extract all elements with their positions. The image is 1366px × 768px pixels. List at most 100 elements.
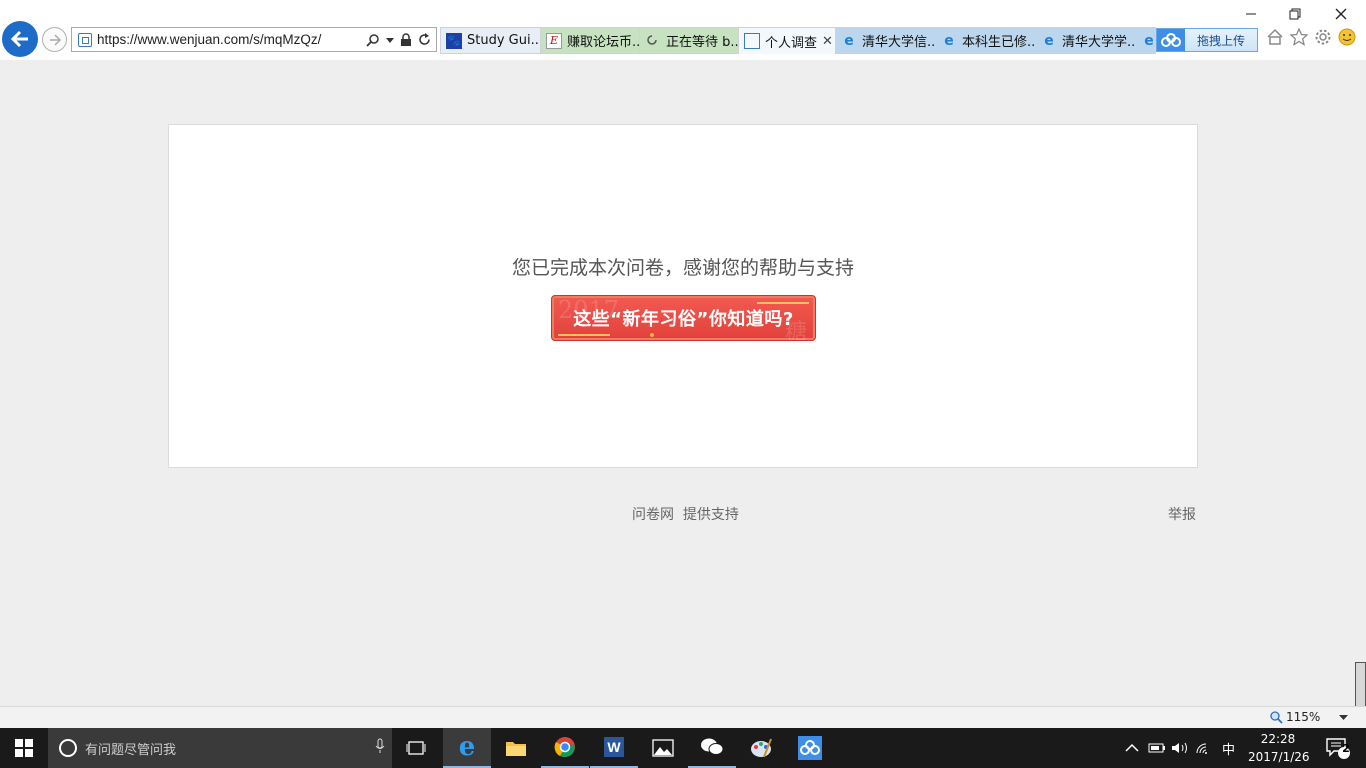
windows-logo-icon [15, 739, 33, 757]
tab-label: 正在等待 b... [666, 35, 739, 50]
star-icon[interactable] [1290, 28, 1308, 46]
arrow-right-icon [49, 33, 61, 46]
smiley-icon[interactable] [1338, 28, 1356, 46]
zoom-control[interactable]: 115% [1270, 710, 1349, 724]
completion-message: 您已完成本次问卷，感谢您的帮助与支持 [511, 257, 854, 279]
tab-label: 本科生已修... [962, 35, 1036, 50]
taskbar-baidu-cloud[interactable] [786, 728, 834, 768]
tab-label: 个人调查 [765, 35, 818, 51]
microphone-icon[interactable] [368, 738, 392, 758]
arrow-left-icon [10, 30, 28, 48]
close-window-button[interactable] [1318, 4, 1364, 24]
restore-button[interactable] [1272, 4, 1318, 24]
action-center-button[interactable]: 2 [1318, 728, 1358, 768]
tab-strip: 🐾 Study Gui... E 赚取论坛币... 正在等待 b... 个人调查… [440, 27, 1156, 54]
report-link[interactable]: 举报 [1168, 504, 1196, 524]
task-view-button[interactable] [392, 728, 440, 768]
home-icon[interactable] [1266, 28, 1284, 46]
ie-icon: e [1044, 32, 1054, 49]
refresh-icon[interactable] [418, 33, 431, 46]
status-bar: 115% [0, 706, 1366, 728]
browser-chrome: https://www.wenjuan.com/s/mqMzQz/ 🐾 Stud… [0, 0, 1366, 60]
gear-icon[interactable] [1314, 28, 1332, 46]
taskbar-photos[interactable] [639, 728, 687, 768]
tab-label: 赚取论坛币... [567, 35, 640, 50]
taskbar-word[interactable]: W [590, 728, 638, 768]
promo-frame-line [757, 302, 809, 304]
wifi-icon[interactable] [1194, 741, 1216, 755]
volume-icon[interactable] [1170, 741, 1192, 755]
photos-icon [652, 739, 674, 757]
taskbar-ie[interactable]: e [443, 728, 491, 768]
chevron-up-icon[interactable] [1122, 741, 1142, 755]
promo-label: 这些“新年习俗”你知道吗? [573, 309, 794, 330]
cloud-icon [1157, 29, 1185, 51]
tab-overflow[interactable]: e [1136, 27, 1156, 54]
tab-undergrad[interactable]: e 本科生已修... [936, 27, 1036, 54]
cortana-icon [59, 739, 77, 757]
ie-icon: e [1144, 32, 1154, 49]
url-domain: https://www.wenjuan.com [97, 32, 250, 47]
tab-tsinghua-study[interactable]: e 清华大学学... [1036, 27, 1136, 54]
battery-icon[interactable] [1146, 741, 1168, 755]
close-tab-icon[interactable]: ✕ [822, 34, 833, 49]
new-year-customs-button[interactable]: 2017 糖 这些“新年习俗”你知道吗? [551, 295, 816, 341]
clock-time: 22:28 [1260, 732, 1296, 746]
paint-palette-icon [751, 738, 772, 758]
address-bar[interactable]: https://www.wenjuan.com/s/mqMzQz/ [71, 27, 437, 52]
tab-survey[interactable]: 个人调查 ✕ [739, 27, 836, 54]
word-icon: W [604, 737, 624, 757]
task-view-icon [406, 741, 426, 755]
ime-indicator[interactable]: 中 [1222, 739, 1235, 758]
baidu-upload-button[interactable]: 拖拽上传 [1156, 28, 1258, 52]
minimize-icon [1246, 13, 1256, 15]
close-icon [1335, 8, 1347, 20]
site-icon [78, 32, 92, 47]
powered-by-text[interactable]: 问卷网 提供支持 [632, 504, 739, 524]
tab-forum[interactable]: E 赚取论坛币... [541, 27, 640, 54]
promo-dot [650, 333, 654, 337]
minimize-button[interactable] [1228, 4, 1274, 24]
chrome-icon [554, 737, 575, 758]
start-button[interactable] [0, 728, 48, 768]
zoom-level: 115% [1286, 710, 1321, 724]
chevron-down-icon[interactable] [1339, 713, 1349, 722]
baidu-cloud-icon [798, 736, 822, 760]
tab-tsinghua-info[interactable]: e 清华大学信... [836, 27, 936, 54]
tab-study-guide[interactable]: 🐾 Study Gui... [440, 27, 541, 54]
folder-icon [506, 742, 526, 756]
zoom-icon [1270, 710, 1283, 724]
clock-date: 2017/1/26 [1248, 750, 1310, 764]
forward-button[interactable] [42, 27, 67, 52]
site-icon [744, 33, 760, 49]
taskbar-file-explorer[interactable] [492, 728, 540, 768]
search-icon[interactable] [366, 33, 380, 47]
loading-icon [647, 34, 657, 45]
taskbar-chrome[interactable] [541, 728, 589, 768]
cortana-search[interactable]: 有问题尽管问我 [48, 728, 392, 768]
ie-icon: e [458, 732, 476, 762]
system-tray: 中 [1122, 728, 1235, 768]
completion-card: 您已完成本次问卷，感谢您的帮助与支持 2017 糖 这些“新年习俗”你知道吗? [168, 124, 1198, 468]
tab-label: 清华大学学... [1062, 35, 1136, 50]
lock-icon[interactable] [400, 32, 412, 47]
windows-taskbar: 有问题尽管问我 e W 中 22:28 2017/1/26 2 [0, 728, 1366, 768]
ie-icon: e [944, 32, 954, 49]
tab-loading[interactable]: 正在等待 b... [640, 27, 739, 54]
back-button[interactable] [2, 21, 38, 57]
taskbar-wechat[interactable] [688, 728, 736, 768]
paw-icon: 🐾 [446, 32, 462, 49]
upload-label: 拖拽上传 [1196, 33, 1245, 48]
restore-icon [1289, 8, 1301, 20]
taskbar-paint[interactable] [737, 728, 785, 768]
chevron-down-icon[interactable] [386, 36, 394, 44]
browser-toolbar-right [1266, 28, 1356, 46]
url-path: /s/mqMzQz/ [249, 32, 322, 47]
e-forum-icon: E [546, 32, 562, 49]
wechat-icon [701, 738, 724, 755]
address-url[interactable]: https://www.wenjuan.com/s/mqMzQz/ [97, 32, 366, 47]
ie-icon: e [844, 32, 854, 49]
tab-label: 清华大学信... [862, 35, 936, 50]
clock[interactable]: 22:28 2017/1/26 [1248, 730, 1310, 766]
notification-count: 2 [1342, 742, 1350, 755]
